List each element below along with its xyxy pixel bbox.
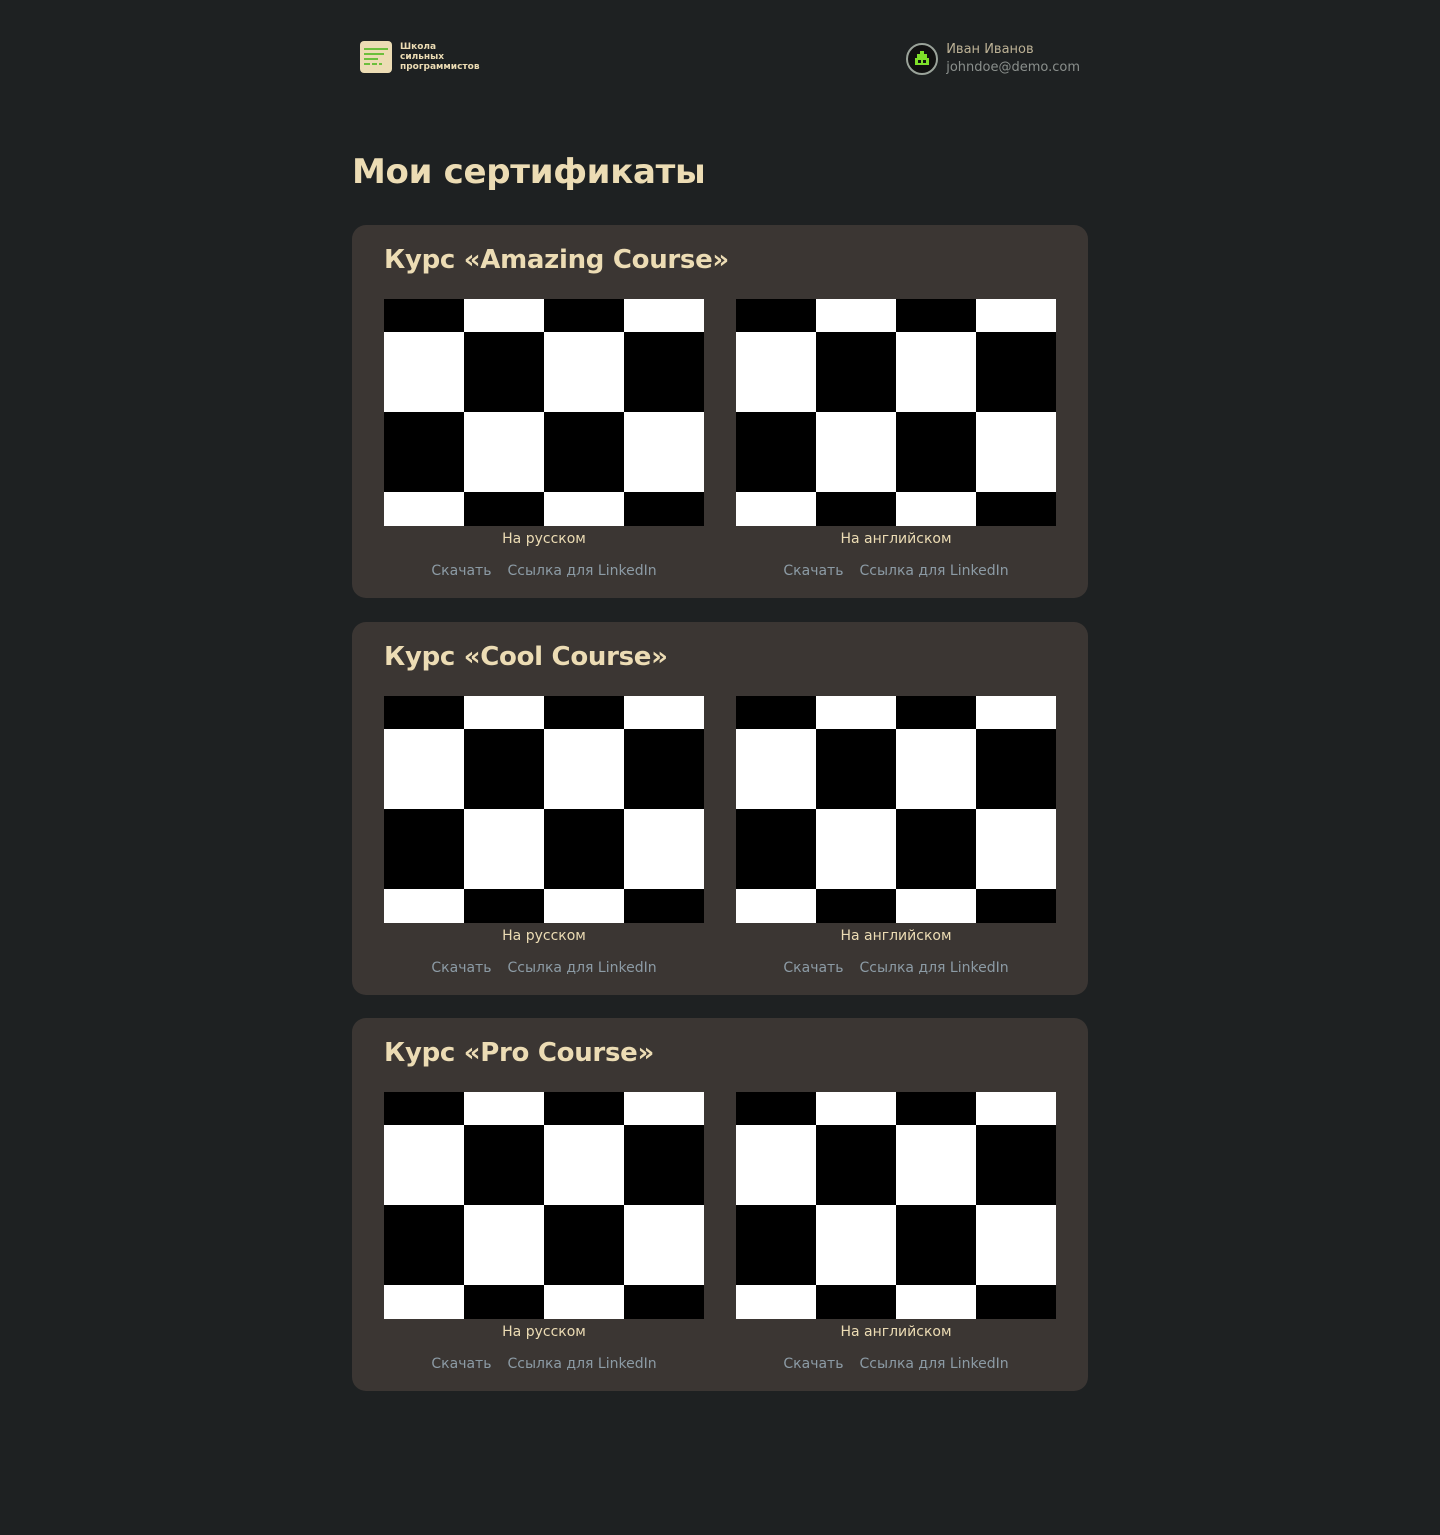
certificate-en: На английском Скачать Ссылка для LinkedI… — [736, 299, 1056, 581]
certificate-actions: Скачать Ссылка для LinkedIn — [384, 1354, 704, 1374]
user-email: johndoe@demo.com — [946, 60, 1080, 75]
avatar-icon — [915, 51, 930, 65]
course-card: Курс «Amazing Course» На русском Скачать… — [352, 225, 1088, 598]
linkedin-link[interactable]: Ссылка для LinkedIn — [859, 1354, 1008, 1374]
certificate-preview-image[interactable] — [384, 696, 704, 923]
certificate-preview-image[interactable] — [736, 299, 1056, 526]
linkedin-link[interactable]: Ссылка для LinkedIn — [507, 561, 656, 581]
certificate-ru: На русском Скачать Ссылка для LinkedIn — [384, 1092, 704, 1374]
certificate-ru: На русском Скачать Ссылка для LinkedIn — [384, 299, 704, 581]
linkedin-link[interactable]: Ссылка для LinkedIn — [507, 1354, 656, 1374]
course-card: Курс «Cool Course» На русском Скачать Сс… — [352, 622, 1088, 995]
avatar[interactable] — [906, 43, 939, 75]
logo-line: сильных — [400, 52, 445, 62]
user-info: Иван Иванов johndoe@demo.com — [946, 41, 1080, 77]
course-title: Курс «Cool Course» — [384, 642, 668, 672]
certificate-preview-image[interactable] — [384, 299, 704, 526]
certificate-language-label: На русском — [502, 531, 586, 547]
certificate-language-label: На английском — [840, 928, 952, 944]
linkedin-link[interactable]: Ссылка для LinkedIn — [859, 958, 1008, 978]
certificate-language-label: На русском — [502, 1324, 586, 1340]
certificate-preview-image[interactable] — [736, 696, 1056, 923]
school-logo[interactable]: Школа сильных программистов — [360, 41, 490, 73]
site-header: Школа сильных программистов Иван Иванов … — [352, 0, 1088, 120]
logo-line: Школа — [400, 42, 437, 52]
download-link[interactable]: Скачать — [783, 1354, 843, 1374]
download-link[interactable]: Скачать — [783, 958, 843, 978]
download-link[interactable]: Скачать — [431, 1354, 491, 1374]
certificate-actions: Скачать Ссылка для LinkedIn — [736, 1354, 1056, 1374]
certificate-en: На английском Скачать Ссылка для LinkedI… — [736, 1092, 1056, 1374]
page-title: Мои сертификаты — [352, 152, 706, 192]
logo-text: Школа сильных программистов — [400, 42, 490, 72]
certificate-actions: Скачать Ссылка для LinkedIn — [736, 561, 1056, 581]
certificate-ru: На русском Скачать Ссылка для LinkedIn — [384, 696, 704, 978]
certificate-language-label: На русском — [502, 928, 586, 944]
certificate-language-label: На английском — [840, 531, 952, 547]
certificate-actions: Скачать Ссылка для LinkedIn — [384, 958, 704, 978]
course-title: Курс «Pro Course» — [384, 1038, 654, 1068]
logo-icon — [360, 41, 392, 73]
download-link[interactable]: Скачать — [783, 561, 843, 581]
user-profile[interactable]: Иван Иванов johndoe@demo.com — [906, 41, 1080, 77]
course-card: Курс «Pro Course» На русском Скачать Ссы… — [352, 1018, 1088, 1391]
linkedin-link[interactable]: Ссылка для LinkedIn — [507, 958, 656, 978]
course-title: Курс «Amazing Course» — [384, 245, 729, 275]
certificate-preview-image[interactable] — [736, 1092, 1056, 1319]
logo-line: программистов — [400, 62, 480, 72]
user-name: Иван Иванов — [946, 42, 1034, 57]
certificate-actions: Скачать Ссылка для LinkedIn — [384, 561, 704, 581]
page-container: Школа сильных программистов Иван Иванов … — [352, 0, 1088, 1391]
certificate-en: На английском Скачать Ссылка для LinkedI… — [736, 696, 1056, 978]
certificate-language-label: На английском — [840, 1324, 952, 1340]
linkedin-link[interactable]: Ссылка для LinkedIn — [859, 561, 1008, 581]
certificate-actions: Скачать Ссылка для LinkedIn — [736, 958, 1056, 978]
certificate-preview-image[interactable] — [384, 1092, 704, 1319]
download-link[interactable]: Скачать — [431, 958, 491, 978]
download-link[interactable]: Скачать — [431, 561, 491, 581]
